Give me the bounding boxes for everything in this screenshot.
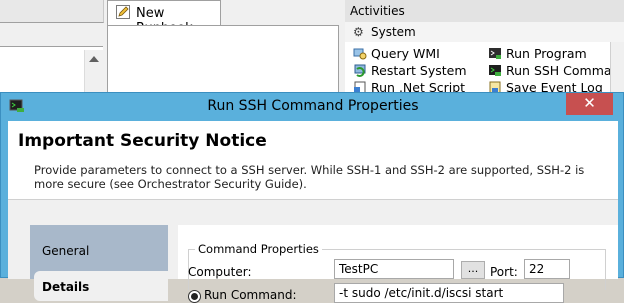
activity-run-ssh-command[interactable]: Run SSH Command xyxy=(488,63,624,78)
security-notice: Important Security Notice Provide parame… xyxy=(8,121,618,200)
properties-nav: General Details xyxy=(30,225,168,301)
category-label: System xyxy=(371,25,416,39)
run-program-icon xyxy=(489,48,501,59)
nav-label: General xyxy=(42,244,90,258)
computer-field[interactable]: TestPC xyxy=(334,259,454,279)
query-wmi-icon xyxy=(353,48,367,60)
left-pane-header xyxy=(0,0,104,23)
group-title: Command Properties xyxy=(195,242,322,256)
activities-title: Activities xyxy=(350,4,405,18)
dialog-title-bar[interactable]: Run SSH Command Properties ✕ xyxy=(1,93,624,121)
details-panel: Command Properties Computer: TestPC ... … xyxy=(178,225,618,303)
close-icon: ✕ xyxy=(583,94,596,112)
scroll-up-arrow-icon[interactable] xyxy=(89,56,99,62)
activities-header: Activities xyxy=(345,0,624,23)
run-command-label: Run Command: xyxy=(204,288,297,302)
activity-restart-system[interactable]: Restart System xyxy=(353,63,467,78)
tab-new-runbook[interactable]: New Runbook xyxy=(107,0,221,36)
run-command-field[interactable]: -t sudo /etc/init.d/iscsi start xyxy=(334,283,564,303)
notice-text: Provide parameters to connect to a SSH s… xyxy=(34,163,585,191)
notice-heading: Important Security Notice xyxy=(18,131,267,151)
run-ssh-command-dialog: Run SSH Command Properties ✕ Important S… xyxy=(0,92,624,303)
dialog-body: Important Security Notice Provide parame… xyxy=(8,121,618,303)
nav-item-details[interactable]: Details xyxy=(34,271,168,301)
dialog-title: Run SSH Command Properties xyxy=(207,98,419,114)
run-ssh-command-icon xyxy=(489,65,501,76)
run-command-radio[interactable] xyxy=(188,290,201,303)
port-field[interactable]: 22 xyxy=(524,259,570,279)
nav-label: Details xyxy=(42,280,90,294)
activity-query-wmi[interactable]: Query WMI xyxy=(353,46,440,61)
browse-computer-button[interactable]: ... xyxy=(461,261,485,279)
gear-icon: ⚙ xyxy=(353,25,364,39)
activities-scrollbar[interactable] xyxy=(610,42,624,97)
activity-run-program[interactable]: Run Program xyxy=(488,46,587,61)
nav-item-general[interactable]: General xyxy=(30,235,168,263)
pencil-icon xyxy=(116,5,130,19)
computer-label: Computer: xyxy=(188,265,252,279)
restart-system-icon xyxy=(354,64,366,77)
port-label: Port: xyxy=(490,265,518,279)
close-button[interactable]: ✕ xyxy=(566,93,613,115)
activities-list: Query WMI Run Program Restart System Run… xyxy=(345,42,624,97)
activities-category-system[interactable]: ⚙ System xyxy=(345,22,624,43)
